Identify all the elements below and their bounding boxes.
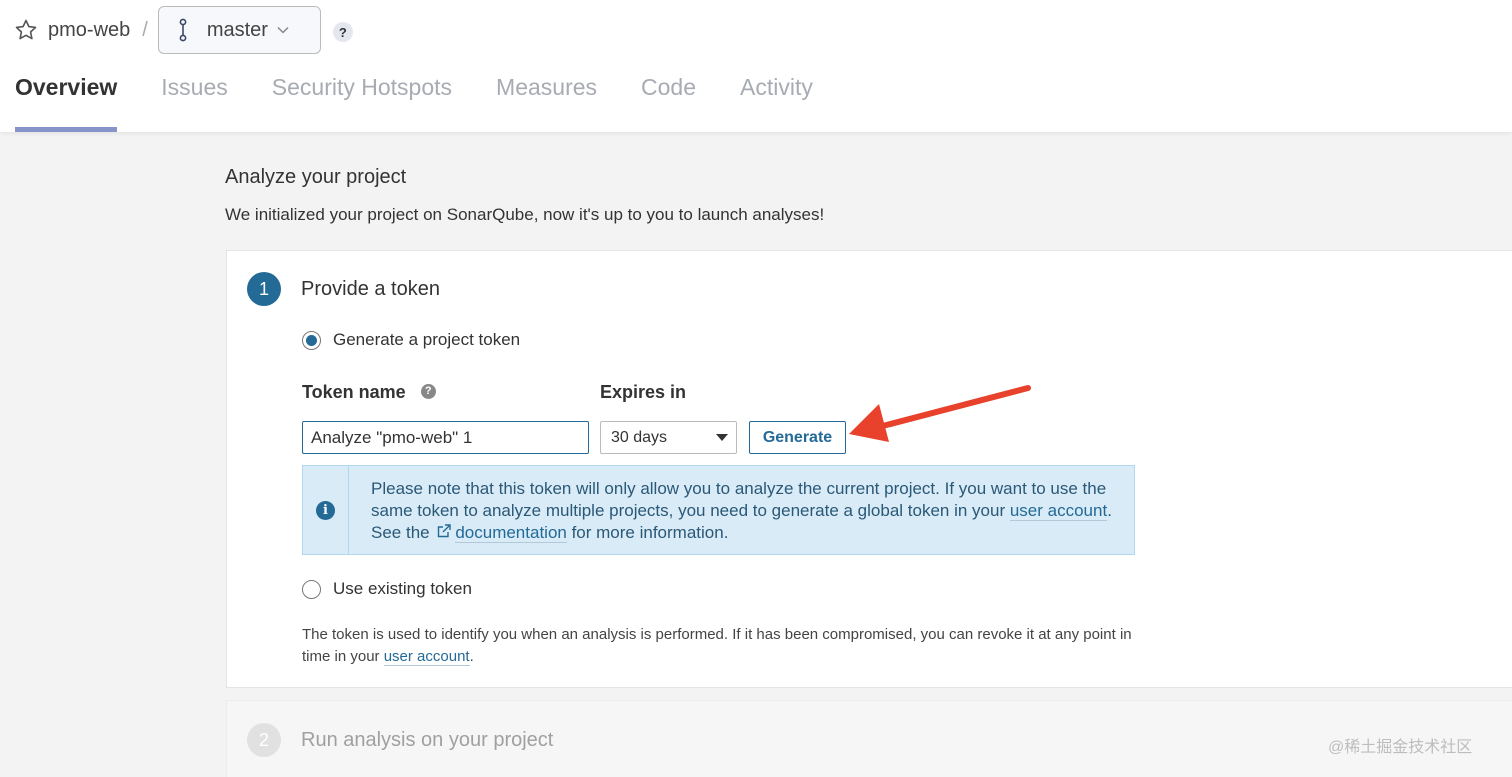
page-subtitle: We initialized your project on SonarQube… [225, 205, 825, 224]
expires-select[interactable]: 30 days [600, 421, 737, 454]
external-link-icon [436, 523, 452, 545]
info-icon: i [316, 500, 335, 520]
step-number-badge: 2 [247, 723, 281, 757]
token-name-label: Token name [302, 382, 406, 402]
step-title: Run analysis on your project [301, 729, 554, 751]
step-number-badge: 1 [247, 272, 281, 306]
token-name-label-group: Token name ? [302, 382, 436, 403]
step-run-analysis[interactable]: 2 Run analysis on your project [226, 700, 1512, 777]
help-icon[interactable]: ? [420, 383, 436, 399]
tab-activity[interactable]: Activity [740, 74, 813, 132]
branch-icon [177, 18, 189, 42]
breadcrumb: pmo-web / master ? [14, 6, 353, 54]
star-icon[interactable] [14, 18, 38, 42]
user-account-link[interactable]: user account [383, 648, 470, 666]
watermark: @稀土掘金技术社区 [1328, 739, 1473, 756]
footer-text-part: . [469, 648, 474, 665]
tab-code[interactable]: Code [641, 74, 696, 132]
caret-down-icon [716, 434, 728, 441]
option-existing-label: Use existing token [333, 579, 472, 598]
token-explanation: The token is used to identify you when a… [302, 624, 1132, 668]
tab-overview[interactable]: Overview [15, 74, 118, 132]
project-tabs: Overview Issues Security Hotspots Measur… [15, 74, 857, 132]
branch-name: master [206, 18, 268, 41]
help-icon[interactable]: ? [332, 22, 353, 42]
tab-issues[interactable]: Issues [161, 74, 227, 132]
option-generate-token[interactable]: Generate a project token [302, 330, 520, 350]
token-name-input[interactable] [302, 421, 589, 454]
page-title: Analyze your project [225, 166, 407, 188]
radio-existing-token[interactable] [302, 579, 321, 599]
info-alert: i Please note that this token will only … [302, 465, 1135, 555]
annotation-arrow-icon [849, 385, 1031, 442]
alert-text-part: for more information. [566, 523, 729, 542]
alert-message: Please note that this token will only al… [371, 478, 1121, 545]
expires-selected-value: 30 days [611, 428, 668, 446]
radio-generate-token[interactable] [302, 330, 321, 350]
option-existing-token[interactable]: Use existing token [302, 579, 472, 599]
option-generate-label: Generate a project token [333, 330, 521, 349]
branch-selector[interactable]: master [157, 6, 321, 54]
breadcrumb-separator: / [142, 18, 148, 41]
expires-label: Expires in [600, 382, 687, 402]
documentation-link[interactable]: documentation [455, 523, 567, 543]
generate-button[interactable]: Generate [749, 421, 846, 454]
top-navigation: pmo-web / master ? Overview Issues Secur… [0, 0, 1512, 132]
alert-text-part: Please note that this token will only al… [371, 479, 1107, 520]
tab-measures[interactable]: Measures [496, 74, 597, 132]
chevron-down-icon [276, 25, 290, 35]
user-account-link[interactable]: user account [1009, 501, 1108, 521]
step-provide-token: 1 Provide a token Generate a project tok… [226, 250, 1512, 688]
step-title: Provide a token [301, 278, 440, 300]
alert-icon-column: i [303, 466, 349, 554]
tab-security-hotspots[interactable]: Security Hotspots [272, 74, 452, 132]
project-name-link[interactable]: pmo-web [48, 19, 130, 42]
